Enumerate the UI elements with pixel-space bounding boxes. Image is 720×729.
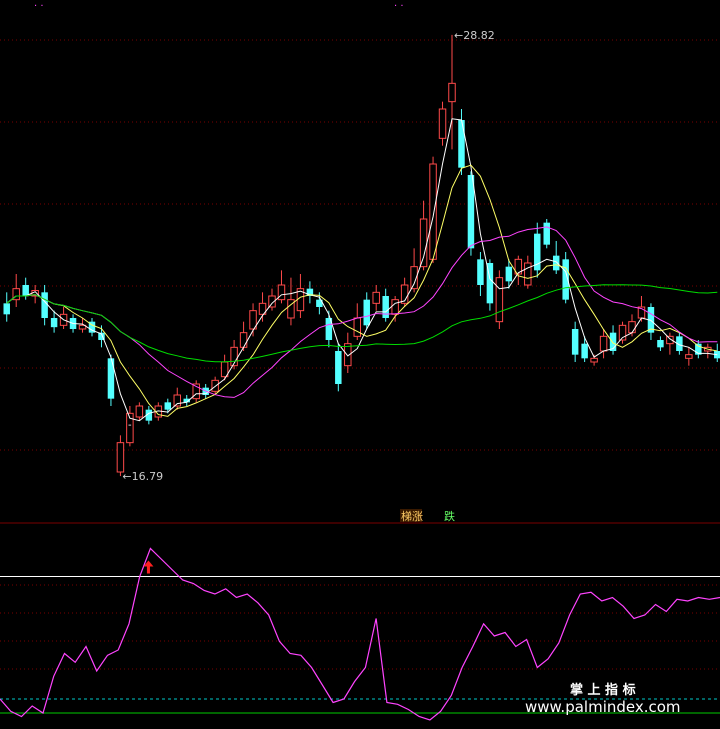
candle-body (581, 343, 588, 359)
candle-body (116, 442, 125, 473)
candle-body (429, 163, 437, 260)
candle-body (3, 303, 10, 315)
candle-body (495, 277, 504, 323)
low-price-label: ←16.79 (122, 470, 163, 483)
high-price-label: ←28.82 (454, 29, 495, 42)
candle-body (173, 394, 182, 407)
candle-body (438, 108, 447, 139)
arrow-shaft (146, 565, 150, 574)
candle-body (135, 405, 144, 418)
stock-chart: ←28.82 ←16.79 · · · · - 梯涨 跌 掌 上 指 标 www… (0, 0, 720, 729)
candle-body (448, 82, 456, 103)
candle-body (50, 318, 58, 328)
watermark-title: 掌 上 指 标 (570, 682, 636, 698)
candle-body (590, 357, 598, 363)
candle-body (524, 262, 532, 286)
candle-body (543, 222, 550, 245)
candle-body (599, 335, 608, 352)
candle-body (41, 292, 48, 318)
candle-body (571, 329, 579, 355)
candle-body (685, 354, 693, 359)
candle-body (391, 299, 399, 315)
candle-body (505, 266, 513, 282)
candle-body (657, 340, 664, 348)
candle-body (353, 317, 361, 337)
candle-body (335, 351, 342, 384)
low-dash-mark: - (128, 420, 132, 431)
candle-body (22, 285, 29, 296)
rise-signal-label: 梯涨 (401, 510, 423, 523)
fall-signal-label: 跌 (444, 509, 455, 523)
candle-body (477, 259, 484, 285)
candle-body (239, 332, 248, 348)
candle-body (382, 296, 389, 318)
candle-body (363, 299, 370, 326)
candle-body (164, 402, 172, 410)
candle-body (372, 291, 380, 304)
candle-body (419, 218, 428, 268)
top-dots: · · (34, 1, 44, 12)
candle-body (458, 120, 465, 168)
watermark-url: www.palmindex.com (525, 698, 681, 716)
top-dots-right: · · (394, 1, 404, 12)
candle-body (552, 255, 560, 271)
candle-body (628, 321, 636, 334)
